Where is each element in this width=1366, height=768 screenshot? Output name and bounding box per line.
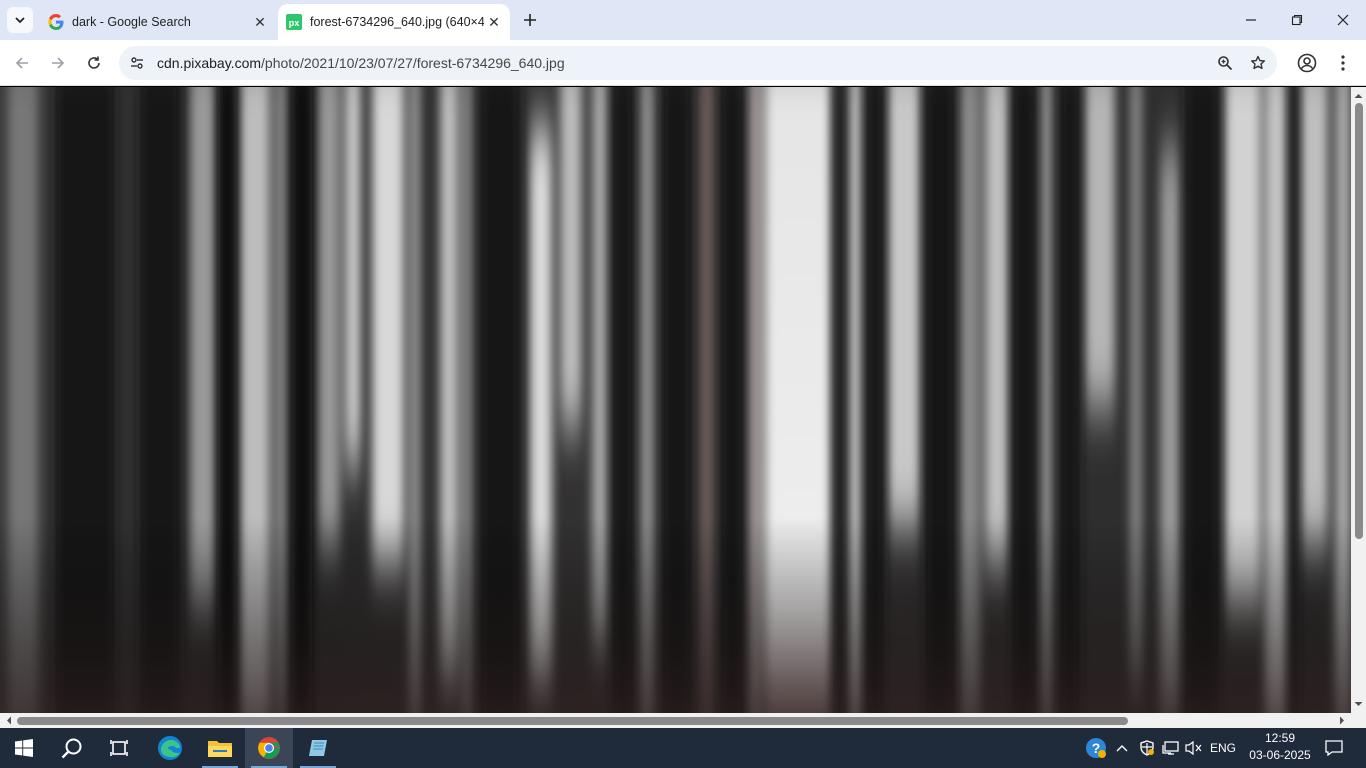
- address-bar[interactable]: cdn.pixabay.com/photo/2021/10/23/07/27/f…: [119, 46, 1277, 80]
- scroll-right-icon[interactable]: [1335, 713, 1349, 728]
- restore-button[interactable]: [1274, 0, 1320, 40]
- tab-title: dark - Google Search: [72, 15, 191, 29]
- plus-icon: [524, 14, 536, 26]
- shield-icon: [1140, 740, 1154, 756]
- taskbar: ? ENG 12:59 03-06-2025: [0, 728, 1366, 768]
- horizontal-scrollbar[interactable]: [0, 713, 1351, 728]
- google-g-icon: [48, 14, 64, 30]
- help-tray[interactable]: ?: [1082, 728, 1110, 768]
- forest-image[interactable]: [0, 87, 1351, 713]
- account-icon: [1297, 53, 1317, 73]
- new-tab-button[interactable]: [519, 9, 541, 31]
- url-domain: cdn.pixabay.com: [157, 55, 262, 71]
- browser-toolbar: cdn.pixabay.com/photo/2021/10/23/07/27/f…: [0, 40, 1366, 86]
- notepad-icon: [309, 740, 327, 756]
- security-tray[interactable]: [1136, 728, 1158, 768]
- task-view-icon: [110, 740, 128, 756]
- network-tray[interactable]: [1160, 728, 1182, 768]
- url-text: cdn.pixabay.com/photo/2021/10/23/07/27/f…: [157, 55, 565, 71]
- search-button[interactable]: [48, 728, 96, 768]
- help-icon: ?: [1086, 738, 1106, 758]
- file-explorer-icon: [208, 741, 232, 757]
- svg-text:px: px: [289, 18, 300, 28]
- close-window-button[interactable]: [1320, 0, 1366, 40]
- start-icon: [15, 739, 33, 757]
- minimize-icon: [1246, 19, 1256, 21]
- scrollbar-thumb[interactable]: [17, 717, 1128, 725]
- zoom-icon: [1218, 56, 1233, 71]
- language-indicator[interactable]: ENG: [1206, 728, 1240, 768]
- bookmark-button[interactable]: [1246, 51, 1270, 75]
- chrome-app[interactable]: [245, 728, 293, 768]
- pixabay-px-icon: px: [286, 14, 302, 30]
- edge-app[interactable]: [146, 728, 194, 768]
- file-explorer-app[interactable]: [196, 728, 244, 768]
- search-icon: [61, 738, 82, 759]
- volume-muted-icon: [1185, 740, 1202, 756]
- scroll-left-icon[interactable]: [2, 713, 16, 728]
- back-button[interactable]: [8, 49, 36, 77]
- profile-button[interactable]: [1293, 49, 1321, 77]
- action-center-button[interactable]: [1320, 728, 1348, 768]
- close-icon[interactable]: ✕: [484, 12, 504, 32]
- forward-button[interactable]: [44, 49, 72, 77]
- start-button[interactable]: [0, 728, 48, 768]
- tab-strip: dark - Google Search ✕ px forest-6734296…: [0, 0, 1366, 40]
- scrollbar-thumb[interactable]: [1355, 103, 1363, 539]
- tab-forest-image[interactable]: px forest-6734296_640.jpg (640×4… ✕: [278, 4, 510, 40]
- url-path: /photo/2021/10/23/07/27/forest-6734296_6…: [261, 55, 565, 71]
- tab-title: forest-6734296_640.jpg (640×4…: [310, 15, 484, 29]
- close-icon: [1337, 14, 1349, 26]
- reload-button[interactable]: [80, 49, 108, 77]
- browser-window: dark - Google Search ✕ px forest-6734296…: [0, 0, 1366, 728]
- clock-time: 12:59: [1264, 731, 1296, 745]
- chevron-down-icon: [15, 17, 25, 24]
- reload-icon: [88, 56, 100, 69]
- menu-button[interactable]: [1329, 49, 1357, 77]
- network-icon: [1162, 741, 1179, 755]
- tab-search-button[interactable]: [7, 7, 33, 33]
- minimize-button[interactable]: [1228, 0, 1274, 40]
- edge-icon: [158, 736, 182, 760]
- tab-google-search[interactable]: dark - Google Search ✕: [40, 4, 276, 40]
- arrow-left-icon: [15, 57, 28, 69]
- chrome-icon: [258, 737, 280, 759]
- star-icon: [1251, 55, 1265, 70]
- arrow-right-icon: [52, 57, 65, 69]
- chevron-up-icon: [1116, 745, 1128, 752]
- close-icon[interactable]: ✕: [250, 12, 270, 32]
- image-viewer: [0, 87, 1351, 713]
- show-hidden-icons[interactable]: [1112, 728, 1132, 768]
- zoom-button[interactable]: [1213, 51, 1237, 75]
- site-settings-icon[interactable]: [127, 53, 147, 73]
- notification-icon: [1325, 740, 1343, 756]
- clock[interactable]: 12:59 03-06-2025: [1240, 730, 1320, 764]
- clock-date: 03-06-2025: [1249, 748, 1311, 762]
- task-view-button[interactable]: [96, 728, 144, 768]
- volume-tray[interactable]: [1183, 728, 1205, 768]
- more-vert-icon: [1341, 55, 1345, 71]
- vertical-scrollbar[interactable]: [1351, 87, 1366, 713]
- scroll-up-icon[interactable]: [1351, 89, 1366, 103]
- notepad-app[interactable]: [294, 728, 342, 768]
- restore-icon: [1291, 14, 1303, 26]
- scroll-down-icon[interactable]: [1351, 697, 1366, 711]
- scrollbar-corner: [1351, 713, 1366, 728]
